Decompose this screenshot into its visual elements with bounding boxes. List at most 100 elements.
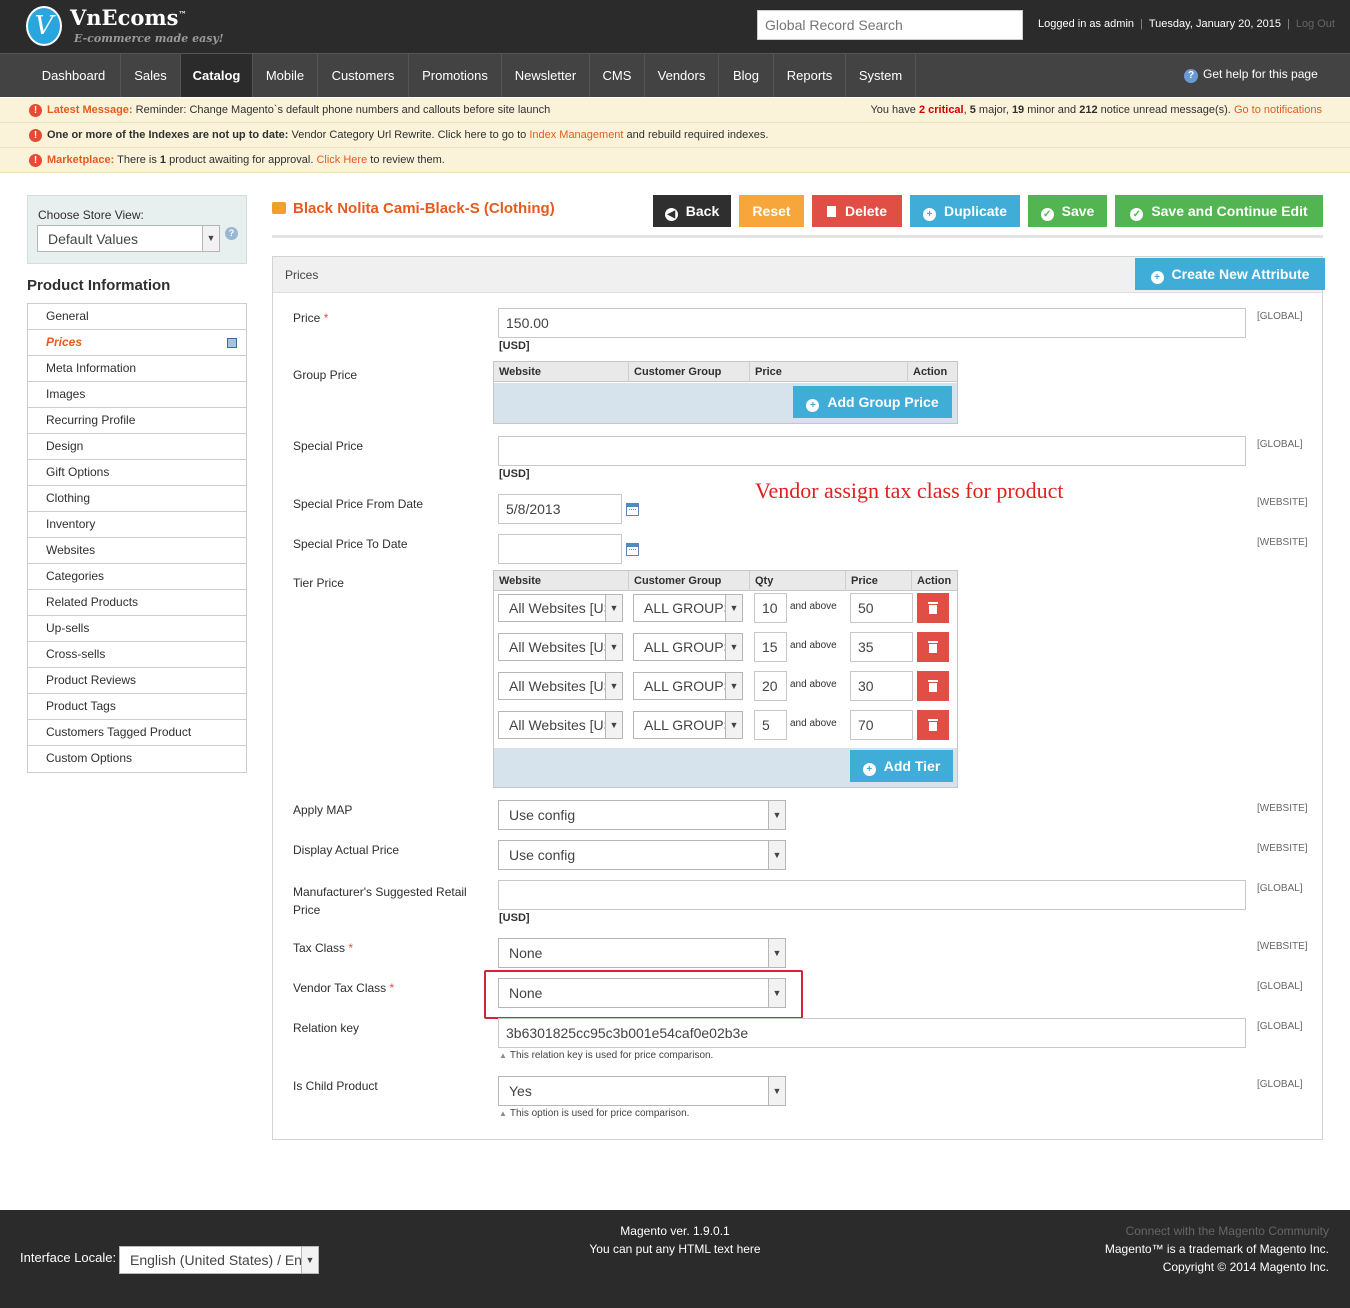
- tax-class-select[interactable]: None ▼: [498, 938, 786, 968]
- delete-tier-button[interactable]: [917, 710, 949, 740]
- add-tier-button[interactable]: + Add Tier: [850, 750, 953, 782]
- tab-up-sells[interactable]: Up-sells: [28, 616, 246, 642]
- special-from-date-input[interactable]: [498, 494, 622, 524]
- locale-select[interactable]: English (United States) / English (Unite…: [119, 1246, 319, 1274]
- tier-qty-input[interactable]: [754, 632, 787, 662]
- add-group-price-button[interactable]: + Add Group Price: [793, 386, 952, 418]
- tab-categories[interactable]: Categories: [28, 564, 246, 590]
- tab-product-tags[interactable]: Product Tags: [28, 694, 246, 720]
- tier-price-label: Tier Price: [293, 576, 344, 590]
- footer-right: Connect with the Magento Community Magen…: [1105, 1222, 1329, 1276]
- msrp-input[interactable]: [498, 880, 1246, 910]
- chevron-down-icon: ▼: [768, 939, 785, 967]
- nav-newsletter[interactable]: Newsletter: [502, 54, 590, 97]
- nav-system[interactable]: System: [846, 54, 916, 97]
- vendor-tax-class-select[interactable]: None ▼: [498, 978, 786, 1008]
- tier-price-input[interactable]: [850, 632, 913, 662]
- nav-mobile[interactable]: Mobile: [253, 54, 318, 97]
- create-new-attribute-button[interactable]: + Create New Attribute: [1135, 258, 1325, 290]
- community-link[interactable]: Connect with the Magento Community: [1105, 1222, 1329, 1240]
- nav-catalog[interactable]: Catalog: [181, 54, 253, 97]
- go-to-notifications-link[interactable]: Go to notifications: [1234, 104, 1322, 116]
- nav-blog[interactable]: Blog: [719, 54, 774, 97]
- tab-related-products[interactable]: Related Products: [28, 590, 246, 616]
- help-link[interactable]: ? Get help for this page: [1184, 67, 1318, 83]
- is-child-product-select[interactable]: Yes ▼: [498, 1076, 786, 1106]
- tab-clothing[interactable]: Clothing: [28, 486, 246, 512]
- chevron-down-icon: ▼: [768, 841, 785, 869]
- special-price-label: Special Price: [293, 439, 364, 453]
- tab-images[interactable]: Images: [28, 382, 246, 408]
- back-button[interactable]: ◀ Back: [653, 195, 731, 227]
- tier-website-select[interactable]: All Websites [USD] ▼: [498, 711, 623, 739]
- nav-cms[interactable]: CMS: [590, 54, 645, 97]
- tab-prices[interactable]: Prices: [28, 330, 246, 356]
- tab-design[interactable]: Design: [28, 434, 246, 460]
- tab-meta-information[interactable]: Meta Information: [28, 356, 246, 382]
- scope-label: [WEBSITE]: [1257, 497, 1308, 508]
- message-marketplace: ! Marketplace: There is 1 product awaiti…: [0, 148, 1350, 173]
- tier-price-input[interactable]: [850, 671, 913, 701]
- and-above-label: and above: [790, 718, 837, 729]
- tier-website-select[interactable]: All Websites [USD] ▼: [498, 594, 623, 622]
- logo-icon[interactable]: V: [26, 6, 62, 46]
- tab-websites[interactable]: Websites: [28, 538, 246, 564]
- current-date: Tuesday, January 20, 2015: [1148, 18, 1281, 30]
- grid-header: Website Customer Group Price Action: [494, 362, 957, 382]
- relation-key-input[interactable]: [498, 1018, 1246, 1048]
- tab-custom-options[interactable]: Custom Options: [28, 746, 246, 772]
- store-view-switcher: Choose Store View: Default Values ▼ ?: [27, 195, 247, 264]
- tab-customers-tagged-product[interactable]: Customers Tagged Product: [28, 720, 246, 746]
- nav-vendors[interactable]: Vendors: [645, 54, 719, 97]
- scope-label: [WEBSITE]: [1257, 537, 1308, 548]
- tier-customer-group-select[interactable]: ALL GROUPS ▼: [633, 711, 743, 739]
- product-tabs: General Prices Meta Information Images R…: [27, 303, 247, 773]
- global-search-input[interactable]: [757, 10, 1023, 40]
- special-price-input[interactable]: [498, 436, 1246, 466]
- tab-gift-options[interactable]: Gift Options: [28, 460, 246, 486]
- tab-general[interactable]: General: [28, 304, 246, 330]
- tier-customer-group-select[interactable]: ALL GROUPS ▼: [633, 672, 743, 700]
- tier-price-input[interactable]: [850, 710, 913, 740]
- delete-tier-button[interactable]: [917, 632, 949, 662]
- delete-tier-button[interactable]: [917, 671, 949, 701]
- delete-button[interactable]: Delete: [812, 195, 902, 227]
- nav-promotions[interactable]: Promotions: [409, 54, 502, 97]
- save-and-continue-button[interactable]: ✓ Save and Continue Edit: [1115, 195, 1323, 227]
- tier-website-select[interactable]: All Websites [USD] ▼: [498, 672, 623, 700]
- tier-customer-group-select[interactable]: ALL GROUPS ▼: [633, 633, 743, 661]
- tab-cross-sells[interactable]: Cross-sells: [28, 642, 246, 668]
- tier-website-select[interactable]: All Websites [USD] ▼: [498, 633, 623, 661]
- tier-qty-input[interactable]: [754, 671, 787, 701]
- nav-customers[interactable]: Customers: [318, 54, 409, 97]
- calendar-icon[interactable]: [626, 543, 639, 556]
- review-products-link[interactable]: Click Here: [316, 154, 367, 166]
- tier-qty-input[interactable]: [754, 710, 787, 740]
- triangle-up-icon: ▲: [499, 1109, 507, 1118]
- store-view-select[interactable]: Default Values ▼: [37, 225, 220, 252]
- tab-product-reviews[interactable]: Product Reviews: [28, 668, 246, 694]
- nav-sales[interactable]: Sales: [121, 54, 181, 97]
- duplicate-button[interactable]: + Duplicate: [910, 195, 1020, 227]
- help-icon[interactable]: ?: [225, 227, 238, 240]
- nav-reports[interactable]: Reports: [774, 54, 846, 97]
- delete-tier-button[interactable]: [917, 593, 949, 623]
- store-view-label: Choose Store View:: [38, 208, 144, 222]
- price-input[interactable]: [498, 308, 1246, 338]
- triangle-up-icon: ▲: [499, 1051, 507, 1060]
- apply-map-select[interactable]: Use config ▼: [498, 800, 786, 830]
- calendar-icon[interactable]: [626, 503, 639, 516]
- logout-link[interactable]: Log Out: [1296, 18, 1335, 30]
- tab-inventory[interactable]: Inventory: [28, 512, 246, 538]
- is-child-product-note: ▲ This option is used for price compariso…: [499, 1108, 690, 1119]
- nav-dashboard[interactable]: Dashboard: [27, 54, 121, 97]
- display-actual-price-select[interactable]: Use config ▼: [498, 840, 786, 870]
- tier-customer-group-select[interactable]: ALL GROUPS ▼: [633, 594, 743, 622]
- tier-price-input[interactable]: [850, 593, 913, 623]
- tier-qty-input[interactable]: [754, 593, 787, 623]
- save-button[interactable]: ✓ Save: [1028, 195, 1107, 227]
- index-management-link[interactable]: Index Management: [529, 129, 623, 141]
- special-to-date-input[interactable]: [498, 534, 622, 564]
- tab-recurring-profile[interactable]: Recurring Profile: [28, 408, 246, 434]
- reset-button[interactable]: Reset: [739, 195, 804, 227]
